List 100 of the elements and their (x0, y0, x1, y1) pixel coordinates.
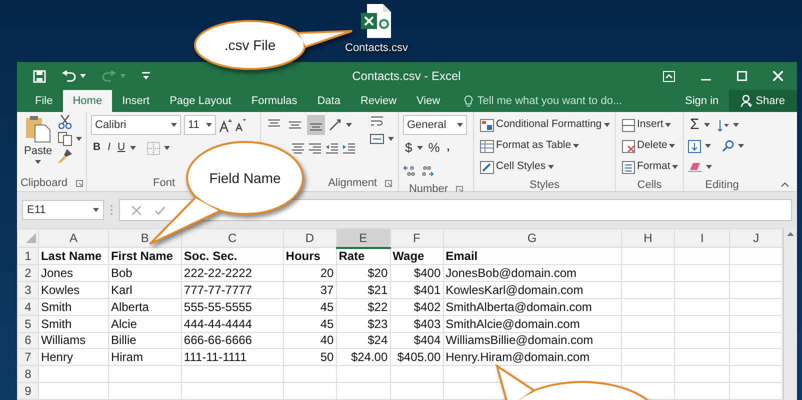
sort-icon[interactable] (717, 118, 730, 132)
table-cell: $23 (336, 315, 390, 332)
currency-button[interactable]: $ (403, 138, 414, 158)
paintbrush-icon[interactable] (58, 149, 72, 163)
row-header[interactable]: 3 (18, 281, 38, 298)
fill-down-icon[interactable] (688, 140, 701, 152)
ribbon-display-icon[interactable] (663, 70, 675, 82)
search-icon[interactable] (722, 140, 734, 152)
orientation-icon[interactable] (328, 118, 342, 132)
scissors-icon[interactable] (58, 115, 72, 129)
row-header[interactable]: 2 (18, 264, 38, 282)
row-header[interactable]: 6 (18, 332, 38, 349)
collapse-ribbon-icon[interactable] (781, 182, 789, 187)
table-cell: Henry.Hiram@domain.com (443, 348, 622, 366)
row-header[interactable]: 7 (18, 348, 38, 366)
column-header[interactable]: J (730, 228, 783, 248)
table-cell: Billie (108, 332, 182, 349)
paste-button[interactable]: Paste (21, 115, 56, 175)
save-icon[interactable] (33, 70, 46, 82)
undo-icon[interactable] (62, 70, 76, 82)
ribbon-tab[interactable]: Insert (112, 90, 160, 112)
right-align-icon[interactable] (308, 141, 322, 155)
shrink-font-icon[interactable] (235, 119, 246, 131)
maximize-icon[interactable] (737, 71, 747, 81)
style-menu-button[interactable]: Cell Styles (478, 157, 612, 177)
font-size-field[interactable]: 11 (184, 115, 216, 135)
sign-in-link[interactable]: Sign in (675, 90, 729, 112)
customize-icon[interactable] (142, 72, 150, 80)
caret-icon (120, 74, 126, 78)
table-cell: 777-77-7777 (181, 281, 284, 298)
table-cell: 111-11-1111 (181, 348, 284, 366)
spreadsheet-file-icon[interactable] (361, 4, 392, 38)
underline-button[interactable]: U (116, 138, 128, 158)
table-cell: 40 (283, 332, 336, 349)
cell-menu-button[interactable]: Format (620, 157, 680, 177)
percent-button[interactable]: % (426, 138, 442, 158)
decrease-decimal-icon[interactable] (420, 165, 434, 177)
column-header[interactable]: E (336, 228, 390, 248)
table-cell: Kowles (38, 281, 108, 298)
increase-decimal-icon[interactable] (403, 165, 417, 177)
share-button[interactable]: Share (728, 90, 797, 112)
column-header[interactable]: H (621, 228, 675, 248)
increase-indent-icon[interactable] (342, 141, 356, 155)
column-header[interactable]: I (674, 228, 730, 248)
name-box[interactable]: E11 (22, 200, 104, 220)
dialog-launcher-icon[interactable] (456, 186, 464, 192)
style-menu-button[interactable]: Conditional Formatting (478, 115, 612, 135)
grow-font-icon[interactable] (219, 118, 232, 132)
borders-icon[interactable] (147, 142, 160, 154)
row-header[interactable]: 8 (18, 366, 38, 383)
column-header[interactable]: C (181, 228, 284, 248)
triangle-icon (26, 233, 36, 244)
cell-menu-button[interactable]: Insert (620, 115, 680, 135)
number-format-field[interactable]: General (403, 115, 467, 135)
scroll-up-icon[interactable] (787, 232, 794, 236)
row-header[interactable]: 4 (18, 298, 38, 316)
table-cell: First Name (108, 248, 182, 265)
cell-menu-button[interactable]: Delete (620, 136, 680, 156)
copy-icon[interactable] (58, 132, 72, 146)
ribbon-tab[interactable]: Formulas (241, 90, 308, 112)
table-cell: Alcie (108, 315, 182, 332)
column-header[interactable]: G (443, 228, 622, 248)
italic-button[interactable]: I (106, 138, 113, 158)
ribbon-tab[interactable]: File (25, 90, 63, 112)
table-cell: $20 (336, 264, 390, 282)
center-align-icon[interactable] (291, 141, 305, 155)
column-header[interactable]: D (283, 228, 336, 248)
table-cell: $404 (390, 332, 444, 349)
ribbon-tab[interactable]: Page Layout (160, 90, 242, 112)
eraser-icon[interactable] (688, 162, 702, 172)
comma-button[interactable]: , (444, 138, 452, 158)
file-name[interactable]: Contacts.csv (345, 40, 408, 56)
close-icon[interactable] (773, 71, 783, 81)
table-cell: 555-55-5555 (181, 298, 284, 316)
table-cell: Smith (38, 298, 108, 316)
column-header[interactable]: A (38, 228, 108, 248)
autosum-button[interactable]: Σ (688, 115, 702, 135)
font-name-field[interactable]: Calibri (91, 115, 181, 135)
table-cell: $402 (390, 298, 444, 316)
dialog-launcher-icon[interactable] (76, 180, 83, 186)
row-header[interactable]: 1 (18, 248, 38, 265)
ribbon-tab[interactable]: View (406, 90, 450, 112)
vertical-scrollbar[interactable] (783, 228, 797, 400)
bold-button[interactable]: B (91, 138, 103, 158)
decrease-indent-icon[interactable] (325, 141, 339, 155)
row-header[interactable]: 5 (18, 315, 38, 332)
style-menu-button[interactable]: Format as Table (478, 136, 612, 156)
column-header[interactable]: F (390, 228, 444, 248)
group-label: Number (408, 182, 448, 197)
group-label: Editing (705, 178, 739, 193)
bottom-align-button[interactable] (307, 115, 325, 135)
merge-cells-icon[interactable] (370, 132, 384, 146)
ribbon-tab[interactable]: Data (307, 90, 350, 112)
dialog-launcher-icon[interactable] (385, 180, 392, 186)
ribbon-tab[interactable]: Home (62, 90, 112, 112)
table-cell: Last Name (38, 248, 108, 265)
tell-me-field[interactable]: Tell me what you want to do... (477, 92, 658, 110)
ribbon-tab[interactable]: Review (350, 90, 407, 112)
caret-icon (604, 123, 610, 127)
row-header[interactable]: 9 (18, 382, 38, 400)
